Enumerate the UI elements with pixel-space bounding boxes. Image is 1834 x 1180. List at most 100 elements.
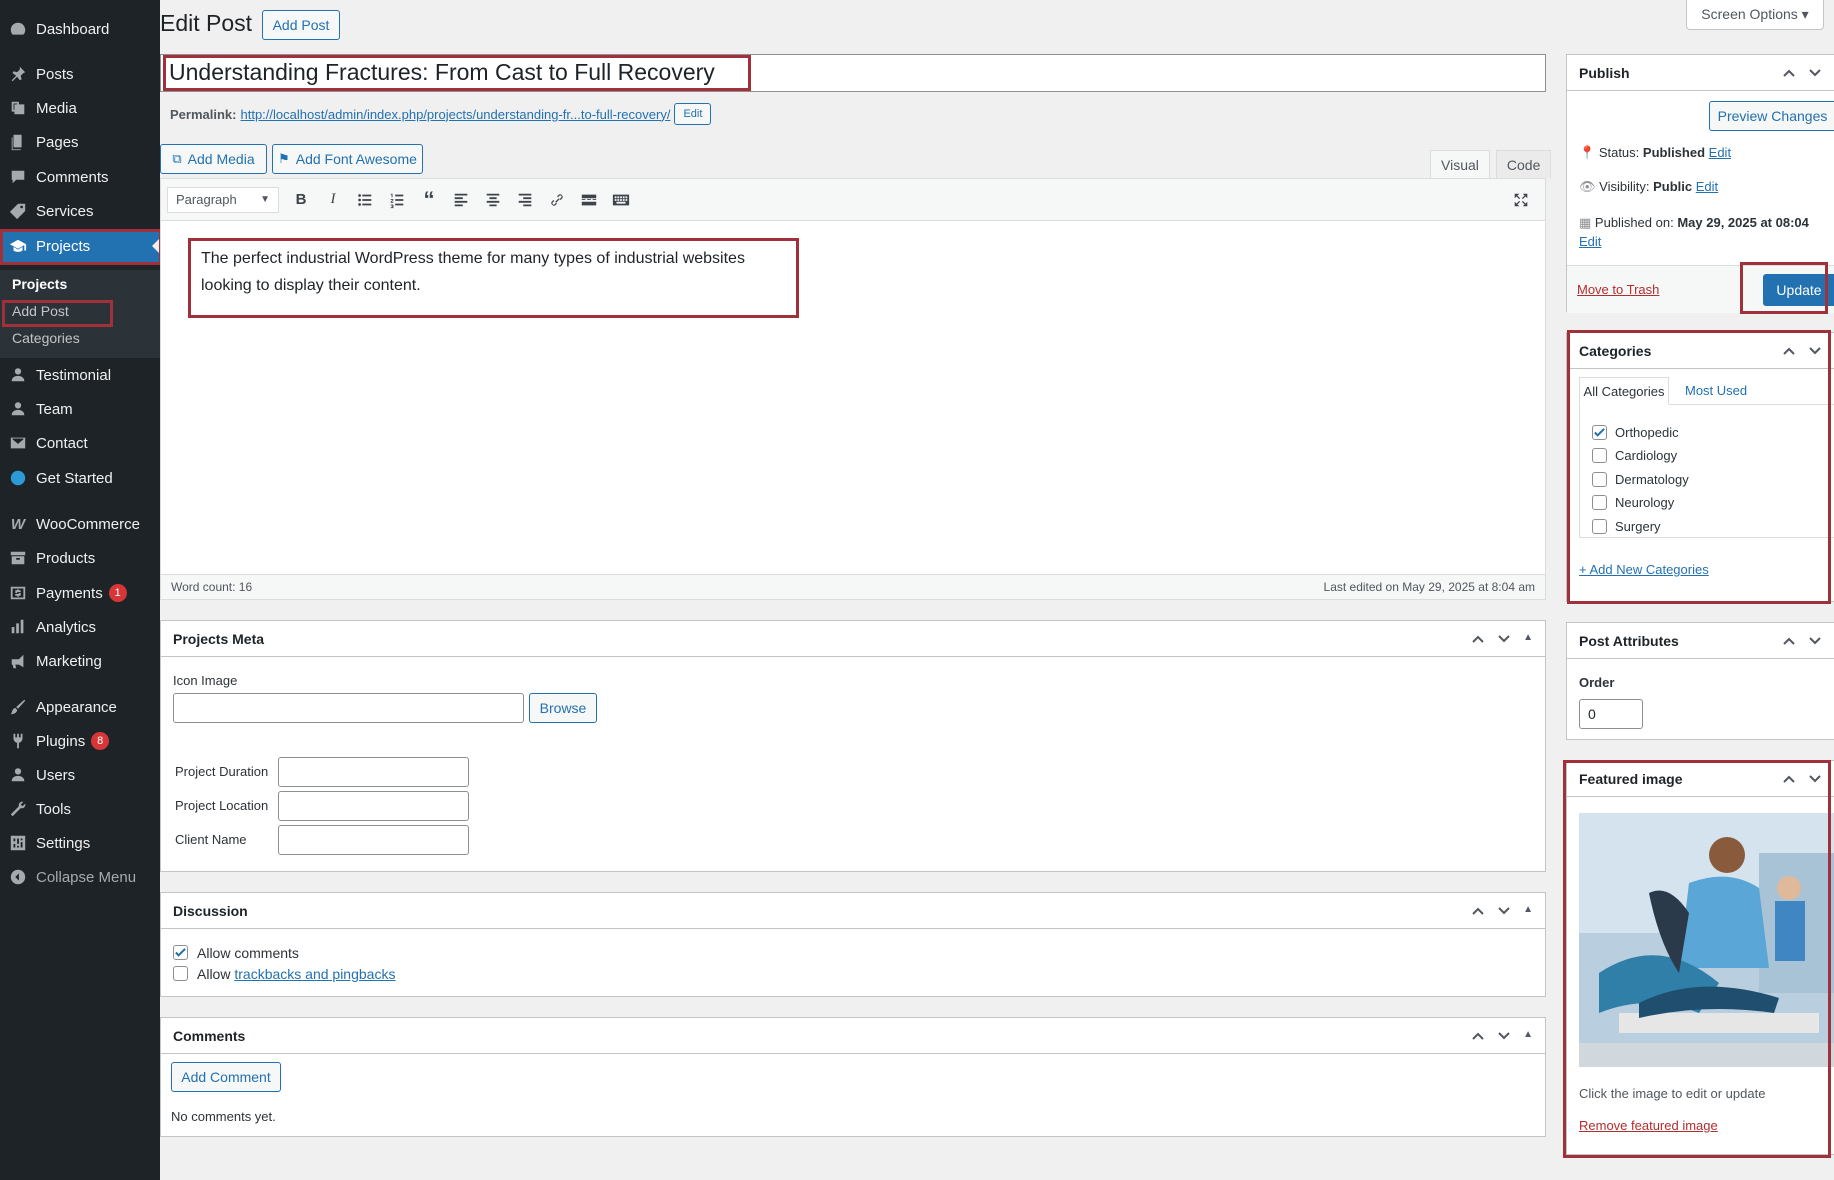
toggle-triangle-icon[interactable]: ▲	[1523, 632, 1533, 646]
add-new-category-link[interactable]: + Add New Categories	[1579, 562, 1709, 577]
preview-changes-button[interactable]: Preview Changes	[1709, 101, 1834, 131]
add-post-button[interactable]: Add Post	[262, 10, 340, 40]
project-duration-input[interactable]	[278, 757, 469, 787]
menu-pages[interactable]: Pages	[0, 125, 160, 159]
chevron-down-icon[interactable]	[1497, 632, 1511, 646]
plug-icon	[0, 732, 36, 750]
menu-testimonial[interactable]: Testimonial	[0, 358, 160, 392]
chevron-up-icon[interactable]	[1782, 344, 1796, 358]
toggle-triangle-icon[interactable]: ▲	[1523, 904, 1533, 918]
align-center-button[interactable]	[477, 185, 509, 215]
chevron-down-icon[interactable]	[1808, 66, 1822, 80]
icon-image-input[interactable]	[173, 693, 524, 723]
menu-payments[interactable]: Payments 1	[0, 576, 160, 610]
bullet-list-button[interactable]	[349, 185, 381, 215]
collapse-menu-button[interactable]: Collapse Menu	[0, 860, 160, 894]
menu-settings[interactable]: Settings	[0, 826, 160, 860]
chevron-down-icon[interactable]	[1497, 904, 1511, 918]
menu-get-started[interactable]: Get Started	[0, 461, 160, 495]
move-to-trash-link[interactable]: Move to Trash	[1577, 282, 1659, 297]
numbered-list-button[interactable]	[381, 185, 413, 215]
category-surgery-checkbox[interactable]	[1592, 519, 1607, 534]
payments-badge: 1	[108, 584, 127, 602]
menu-contact[interactable]: Contact	[0, 426, 160, 460]
chevron-down-icon[interactable]	[1808, 344, 1822, 358]
menu-posts[interactable]: Posts	[0, 57, 160, 91]
chevron-down-icon[interactable]	[1808, 772, 1822, 786]
tab-all-categories[interactable]: All Categories	[1579, 377, 1669, 405]
featured-image[interactable]	[1579, 813, 1834, 1067]
chevron-up-icon[interactable]	[1471, 632, 1485, 646]
menu-tools[interactable]: Tools	[0, 792, 160, 826]
categories-header[interactable]: Categories	[1567, 333, 1834, 369]
format-select[interactable]: Paragraph ▼	[167, 186, 279, 213]
menu-appearance[interactable]: Appearance	[0, 690, 160, 724]
align-right-button[interactable]	[509, 185, 541, 215]
category-dermatology-checkbox[interactable]	[1592, 472, 1607, 487]
menu-products[interactable]: Products	[0, 541, 160, 575]
menu-plugins[interactable]: Plugins 8	[0, 724, 160, 758]
menu-dashboard[interactable]: Dashboard	[0, 12, 160, 46]
discussion-header[interactable]: Discussion ▲	[161, 893, 1545, 929]
menu-analytics[interactable]: Analytics	[0, 610, 160, 644]
client-name-input[interactable]	[278, 825, 469, 855]
chevron-up-icon[interactable]	[1471, 904, 1485, 918]
menu-marketing[interactable]: Marketing	[0, 644, 160, 678]
chevron-up-icon[interactable]	[1471, 1029, 1485, 1043]
chevron-down-icon[interactable]	[1808, 634, 1822, 648]
tab-most-used[interactable]: Most Used	[1685, 383, 1747, 398]
submenu-projects[interactable]: Projects	[12, 276, 67, 292]
project-location-input[interactable]	[278, 791, 469, 821]
editor-content[interactable]: The perfect industrial WordPress theme f…	[201, 245, 761, 299]
italic-button[interactable]: I	[317, 185, 349, 215]
permalink-edit-button[interactable]: Edit	[674, 103, 712, 125]
browse-button[interactable]: Browse	[529, 693, 597, 723]
chevron-up-icon[interactable]	[1782, 66, 1796, 80]
menu-team[interactable]: Team	[0, 392, 160, 426]
post-attributes-header[interactable]: Post Attributes	[1567, 623, 1834, 659]
post-title-input[interactable]: Understanding Fractures: From Cast to Fu…	[160, 54, 1546, 92]
tab-visual[interactable]: Visual	[1430, 150, 1490, 178]
bold-button[interactable]: B	[285, 185, 317, 215]
add-media-button[interactable]: ⧉ Add Media	[160, 144, 267, 174]
featured-image-header[interactable]: Featured image	[1567, 761, 1834, 797]
screen-options-button[interactable]: Screen Options ▾	[1686, 0, 1824, 30]
category-cardiology-checkbox[interactable]	[1592, 448, 1607, 463]
blockquote-button[interactable]: “	[413, 185, 445, 215]
tab-code[interactable]: Code	[1495, 150, 1552, 178]
menu-comments[interactable]: Comments	[0, 160, 160, 194]
trackbacks-link[interactable]: trackbacks and pingbacks	[234, 966, 395, 982]
read-more-button[interactable]	[573, 185, 605, 215]
category-neurology-checkbox[interactable]	[1592, 495, 1607, 510]
order-input[interactable]: 0	[1579, 699, 1643, 729]
menu-projects[interactable]: Projects	[0, 229, 160, 263]
menu-users[interactable]: Users	[0, 758, 160, 792]
chevron-up-icon[interactable]	[1782, 634, 1796, 648]
submenu-add-post[interactable]: Add Post	[12, 303, 69, 319]
add-font-awesome-button[interactable]: ⚑ Add Font Awesome	[272, 144, 423, 174]
update-button[interactable]: Update	[1763, 274, 1834, 306]
submenu-categories[interactable]: Categories	[12, 330, 80, 346]
fullscreen-button[interactable]	[1505, 185, 1537, 215]
permalink-link[interactable]: http://localhost/admin/index.php/project…	[240, 107, 670, 122]
remove-featured-image-link[interactable]: Remove featured image	[1579, 1118, 1718, 1133]
chevron-down-icon[interactable]	[1497, 1029, 1511, 1043]
publish-header[interactable]: Publish	[1567, 55, 1834, 91]
toggle-triangle-icon[interactable]: ▲	[1523, 1029, 1533, 1043]
toolbar-toggle-button[interactable]	[605, 185, 637, 215]
allow-comments-checkbox[interactable]	[173, 945, 188, 960]
align-left-button[interactable]	[445, 185, 477, 215]
menu-woocommerce[interactable]: W WooCommerce	[0, 507, 160, 541]
category-orthopedic-checkbox[interactable]	[1592, 425, 1607, 440]
status-edit-link[interactable]: Edit	[1709, 145, 1731, 160]
menu-media[interactable]: Media	[0, 91, 160, 125]
chevron-up-icon[interactable]	[1782, 772, 1796, 786]
add-comment-button[interactable]: Add Comment	[171, 1062, 281, 1092]
visibility-edit-link[interactable]: Edit	[1696, 179, 1718, 194]
link-button[interactable]	[541, 185, 573, 215]
published-edit-link[interactable]: Edit	[1579, 234, 1601, 249]
allow-trackbacks-checkbox[interactable]	[173, 966, 188, 981]
comments-header[interactable]: Comments ▲	[161, 1018, 1545, 1054]
menu-services[interactable]: Services	[0, 194, 160, 228]
projects-meta-header[interactable]: Projects Meta ▲	[161, 621, 1545, 657]
